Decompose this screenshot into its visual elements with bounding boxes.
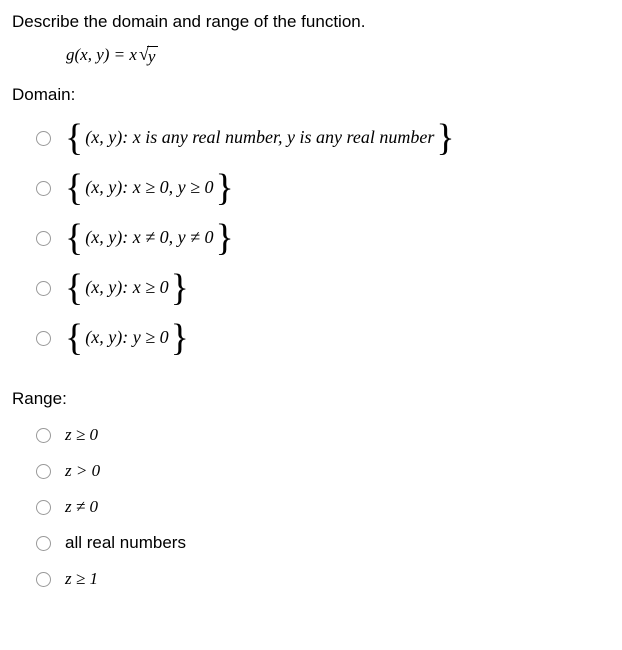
radio-icon[interactable] [36,331,51,346]
domain-option-4[interactable]: { (x, y): x ≥ 0 } [12,263,610,313]
radio-icon[interactable] [36,428,51,443]
option-text: (x, y): x is any real number, y is any r… [83,127,436,148]
domain-options-group: { (x, y): x is any real number, y is any… [12,113,610,363]
formula-lhs: g(x, y) = x [66,45,137,64]
domain-option-3[interactable]: { (x, y): x ≠ 0, y ≠ 0 } [12,213,610,263]
option-text: (x, y): y ≥ 0 [83,327,170,348]
range-option-3[interactable]: z ≠ 0 [12,489,610,525]
right-brace-icon: } [215,223,233,253]
domain-option-2[interactable]: { (x, y): x ≥ 0, y ≥ 0 } [12,163,610,213]
range-options-group: z ≥ 0 z > 0 z ≠ 0 all real numbers z ≥ 1 [12,417,610,597]
range-option-1[interactable]: z ≥ 0 [12,417,610,453]
option-text: (x, y): x ≥ 0, y ≥ 0 [83,177,215,198]
function-formula: g(x, y) = x√y [66,44,610,67]
left-brace-icon: { [65,173,83,203]
option-text: z ≠ 0 [65,497,98,517]
left-brace-icon: { [65,223,83,253]
option-text: all real numbers [65,533,186,553]
option-text: z > 0 [65,461,100,481]
radio-icon[interactable] [36,181,51,196]
option-content: { (x, y): y ≥ 0 } [65,323,189,353]
left-brace-icon: { [65,323,83,353]
option-text: (x, y): x ≠ 0, y ≠ 0 [83,227,215,248]
question-prompt: Describe the domain and range of the fun… [12,12,610,32]
radio-icon[interactable] [36,500,51,515]
domain-option-1[interactable]: { (x, y): x is any real number, y is any… [12,113,610,163]
option-text: z ≥ 0 [65,425,98,445]
option-content: { (x, y): x is any real number, y is any… [65,123,455,153]
radicand: y [147,46,159,67]
option-text: z ≥ 1 [65,569,98,589]
domain-label: Domain: [12,85,610,105]
radio-icon[interactable] [36,464,51,479]
radio-icon[interactable] [36,231,51,246]
right-brace-icon: } [171,273,189,303]
right-brace-icon: } [171,323,189,353]
domain-option-5[interactable]: { (x, y): y ≥ 0 } [12,313,610,363]
right-brace-icon: } [436,123,454,153]
range-option-2[interactable]: z > 0 [12,453,610,489]
range-option-5[interactable]: z ≥ 1 [12,561,610,597]
right-brace-icon: } [215,173,233,203]
radio-icon[interactable] [36,572,51,587]
option-text: (x, y): x ≥ 0 [83,277,170,298]
radio-icon[interactable] [36,281,51,296]
left-brace-icon: { [65,273,83,303]
option-content: { (x, y): x ≥ 0, y ≥ 0 } [65,173,234,203]
radio-icon[interactable] [36,536,51,551]
range-label: Range: [12,389,610,409]
left-brace-icon: { [65,123,83,153]
sqrt-expression: √y [139,44,158,67]
option-content: { (x, y): x ≥ 0 } [65,273,189,303]
option-content: { (x, y): x ≠ 0, y ≠ 0 } [65,223,234,253]
radio-icon[interactable] [36,131,51,146]
range-option-4[interactable]: all real numbers [12,525,610,561]
